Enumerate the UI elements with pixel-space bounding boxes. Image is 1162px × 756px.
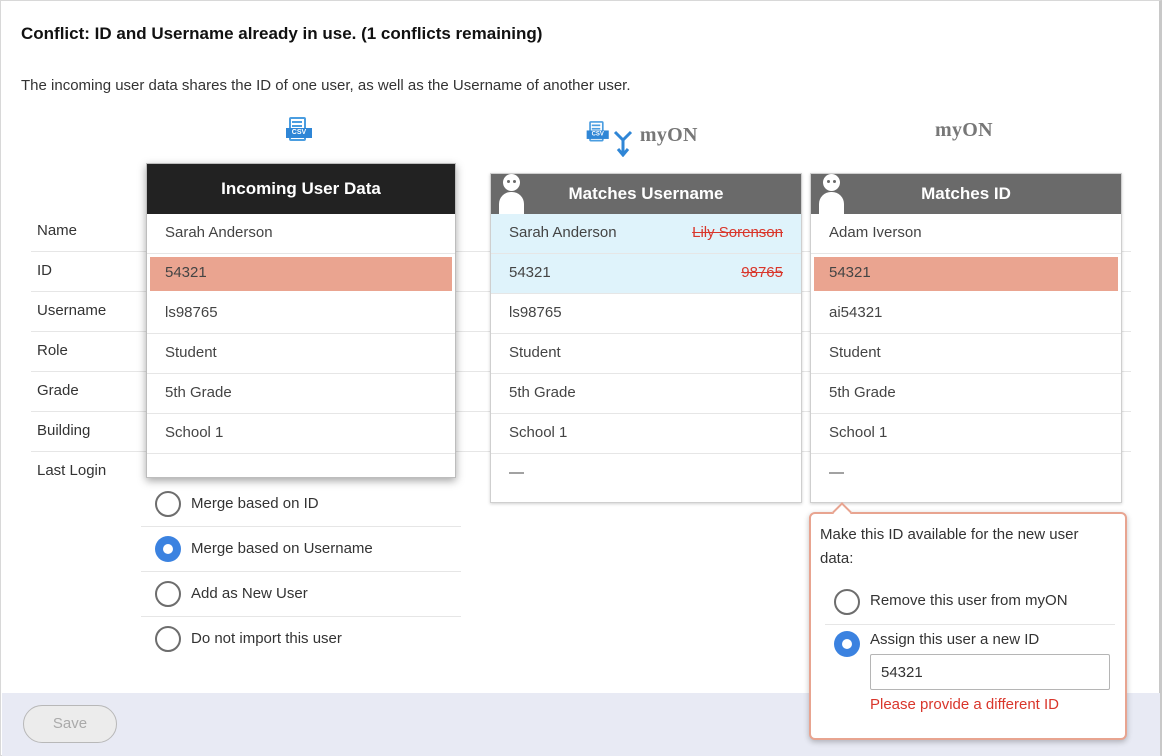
option-add-new-user[interactable]: Add as New User: [141, 572, 461, 617]
merge-arrow-icon: [614, 130, 633, 157]
option-do-not-import[interactable]: Do not import this user: [141, 617, 461, 662]
incoming-role: Student: [147, 334, 455, 374]
popover-divider: [825, 624, 1115, 625]
conflict-title: Conflict: ID and Username already in use…: [21, 24, 543, 43]
match-username-role: Student: [491, 334, 801, 374]
conflict-description: The incoming user data shares the ID of …: [21, 77, 631, 94]
match-username-name: Sarah Anderson Lily Sorenson: [491, 214, 801, 254]
radio-merge-by-username[interactable]: [155, 536, 181, 562]
incoming-id: 54321: [147, 254, 455, 294]
option-remove-user[interactable]: Remove this user from myON: [811, 584, 1125, 624]
incoming-header: Incoming User Data: [147, 164, 455, 214]
popover-message: Make this ID available for the new user …: [820, 526, 1079, 567]
match-username-grade: 5th Grade: [491, 374, 801, 414]
user-avatar-icon: [497, 172, 525, 214]
match-username-building: School 1: [491, 414, 801, 454]
option-merge-by-username[interactable]: Merge based on Username: [141, 527, 461, 572]
match-id-id: 54321: [811, 254, 1121, 294]
match-id-last-login: —: [829, 464, 844, 481]
radio-merge-by-id[interactable]: [155, 491, 181, 517]
popover-arrow: [832, 502, 852, 522]
merge-options: Merge based on ID Merge based on Usernam…: [141, 482, 461, 662]
match-id-role: Student: [811, 334, 1121, 374]
id-conflict-popover: Make this ID available for the new user …: [809, 502, 1127, 740]
incoming-grade: 5th Grade: [147, 374, 455, 414]
old-id-struck: 98765: [741, 264, 783, 281]
csv-file-icon: CSV: [286, 117, 312, 150]
option-merge-by-id[interactable]: Merge based on ID: [141, 482, 461, 527]
csv-merge-myon-icon: CSV myON: [585, 119, 698, 157]
new-id-input[interactable]: [870, 654, 1110, 690]
matches-id-card: Matches ID Adam Iverson 54321 ai54321 St…: [810, 173, 1122, 503]
incoming-last-login: [147, 454, 455, 479]
radio-remove-user[interactable]: [834, 589, 860, 615]
incoming-name: Sarah Anderson: [147, 214, 455, 254]
match-username-last-login: —: [509, 464, 524, 481]
error-message: Please provide a different ID: [870, 696, 1060, 713]
old-name-struck: Lily Sorenson: [692, 224, 783, 241]
match-id-name: Adam Iverson: [811, 214, 1121, 254]
match-username-id: 54321 98765: [491, 254, 801, 294]
matches-username-card: Matches Username Sarah Anderson Lily Sor…: [490, 173, 802, 503]
matches-id-header: Matches ID: [811, 174, 1121, 214]
match-id-building: School 1: [811, 414, 1121, 454]
save-button[interactable]: Save: [23, 705, 117, 743]
myon-logo-icon: myON: [935, 119, 993, 141]
user-avatar-icon: [817, 172, 845, 214]
match-id-grade: 5th Grade: [811, 374, 1121, 414]
incoming-building: School 1: [147, 414, 455, 454]
match-username-username: ls98765: [491, 294, 801, 334]
matches-username-header: Matches Username: [491, 174, 801, 214]
radio-do-not-import[interactable]: [155, 626, 181, 652]
radio-add-new-user[interactable]: [155, 581, 181, 607]
incoming-user-card: Incoming User Data Sarah Anderson 54321 …: [146, 163, 456, 478]
radio-assign-new-id[interactable]: [834, 631, 860, 657]
match-id-username: ai54321: [811, 294, 1121, 334]
myon-logo: myON: [639, 124, 698, 146]
incoming-username: ls98765: [147, 294, 455, 334]
conflict-dialog: Conflict: ID and Username already in use…: [0, 0, 1162, 756]
